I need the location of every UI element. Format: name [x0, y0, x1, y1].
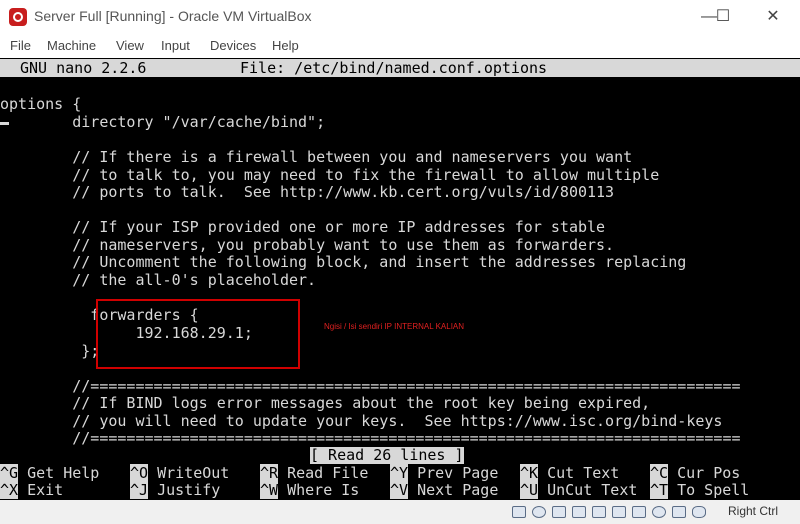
- shortcut-prev-page: ^Y Prev Page: [390, 464, 499, 482]
- usb-icon[interactable]: [592, 506, 606, 518]
- shortcut-to-spell: ^T To Spell: [650, 481, 750, 499]
- editor-line: // If your ISP provided one or more IP a…: [0, 218, 606, 236]
- shortcut-where-is: ^W Where Is: [260, 481, 360, 499]
- shortcut-label: UnCut Text: [547, 481, 638, 499]
- editor-line: // If there is a firewall between you an…: [0, 148, 633, 166]
- nano-filename: File: /etc/bind/named.conf.options: [240, 59, 548, 77]
- shortcut-key: ^G: [0, 464, 19, 482]
- shortcut-read-file: ^R Read File: [260, 464, 369, 482]
- optical-icon[interactable]: [532, 506, 546, 518]
- text-cursor: [0, 122, 9, 125]
- shortcut-label: To Spell: [677, 481, 750, 499]
- shortcut-exit: ^X Exit: [0, 481, 64, 499]
- highlight-box: [96, 299, 300, 369]
- editor-line: directory "/var/cache/bind";: [0, 113, 326, 131]
- editor-line: // to talk to, you may need to fix the f…: [0, 166, 660, 184]
- shortcut-label: WriteOut: [157, 464, 230, 482]
- shortcut-key: ^K: [520, 464, 539, 482]
- shortcut-label: Read File: [287, 464, 369, 482]
- hdd-icon[interactable]: [512, 506, 526, 518]
- editor-line: // If BIND logs error messages about the…: [0, 394, 651, 412]
- menu-help[interactable]: Help: [272, 38, 299, 53]
- shortcut-key: ^U: [520, 481, 539, 499]
- virtualbox-icon: [9, 8, 27, 26]
- shortcut-key: ^J: [130, 481, 149, 499]
- shortcut-label: Get Help: [27, 464, 100, 482]
- network-icon[interactable]: [572, 506, 586, 518]
- vm-screen[interactable]: GNU nano 2.2.6 File: /etc/bind/named.con…: [0, 58, 800, 500]
- editor-line: // nameservers, you probably want to use…: [0, 236, 615, 254]
- editor-line: options {: [0, 95, 82, 113]
- editor-line: };: [0, 342, 100, 360]
- shared-folder-icon[interactable]: [612, 506, 626, 518]
- shortcut-next-page: ^V Next Page: [390, 481, 499, 499]
- shortcut-key: ^T: [650, 481, 669, 499]
- shortcut-label: Cut Text: [547, 464, 620, 482]
- shortcut-label: Cur Pos: [677, 464, 741, 482]
- menu-devices[interactable]: Devices: [210, 38, 256, 53]
- editor-line: // ports to talk. See http://www.kb.cert…: [0, 183, 615, 201]
- shortcut-justify: ^J Justify: [130, 481, 221, 499]
- close-button[interactable]: ✕: [750, 2, 796, 32]
- shortcut-label: Exit: [27, 481, 64, 499]
- shortcut-label: Where Is: [287, 481, 360, 499]
- editor-line: // the all-0's placeholder.: [0, 271, 317, 289]
- menu-bar: File Machine View Input Devices Help: [0, 34, 800, 58]
- maximize-button[interactable]: ☐: [700, 2, 746, 32]
- shortcut-key: ^Y: [390, 464, 409, 482]
- shortcut-key: ^C: [650, 464, 669, 482]
- menu-view[interactable]: View: [116, 38, 144, 53]
- shortcut-cut-text: ^K Cut Text: [520, 464, 620, 482]
- shortcut-cur-pos: ^C Cur Pos: [650, 464, 741, 482]
- mouse-icon[interactable]: [692, 506, 706, 518]
- editor-line: // you will need to update your keys. Se…: [0, 412, 723, 430]
- menu-file[interactable]: File: [10, 38, 31, 53]
- shortcut-label: Next Page: [417, 481, 499, 499]
- nano-status-message: [ Read 26 lines ]: [310, 446, 464, 464]
- window-title: Server Full [Running] - Oracle VM Virtua…: [34, 8, 312, 24]
- menu-machine[interactable]: Machine: [47, 38, 96, 53]
- nano-version: GNU nano 2.2.6: [20, 59, 147, 77]
- shortcut-get-help: ^G Get Help: [0, 464, 100, 482]
- display-icon[interactable]: [632, 506, 646, 518]
- shortcut-key: ^O: [130, 464, 149, 482]
- annotation-note: Ngisi / Isi sendiri IP INTERNAL KALIAN: [324, 322, 465, 331]
- audio-icon[interactable]: [552, 506, 566, 518]
- shortcut-writeout: ^O WriteOut: [130, 464, 230, 482]
- shortcut-key: ^V: [390, 481, 409, 499]
- menu-input[interactable]: Input: [161, 38, 190, 53]
- shortcut-key: ^R: [260, 464, 279, 482]
- shortcut-key: ^W: [260, 481, 279, 499]
- vm-status-bar: Right Ctrl: [0, 500, 800, 524]
- recording-icon[interactable]: [652, 506, 666, 518]
- shortcut-uncut-text: ^U UnCut Text: [520, 481, 638, 499]
- editor-line: //======================================…: [0, 377, 741, 395]
- shortcut-label: Prev Page: [417, 464, 499, 482]
- shortcut-label: Justify: [157, 481, 221, 499]
- nano-header: GNU nano 2.2.6 File: /etc/bind/named.con…: [0, 59, 800, 77]
- editor-line: // Uncomment the following block, and in…: [0, 253, 687, 271]
- cpu-icon[interactable]: [672, 506, 686, 518]
- title-bar: Server Full [Running] - Oracle VM Virtua…: [0, 0, 800, 34]
- shortcut-key: ^X: [0, 481, 19, 499]
- editor-line: //======================================…: [0, 429, 741, 447]
- host-key-label: Right Ctrl: [727, 504, 778, 518]
